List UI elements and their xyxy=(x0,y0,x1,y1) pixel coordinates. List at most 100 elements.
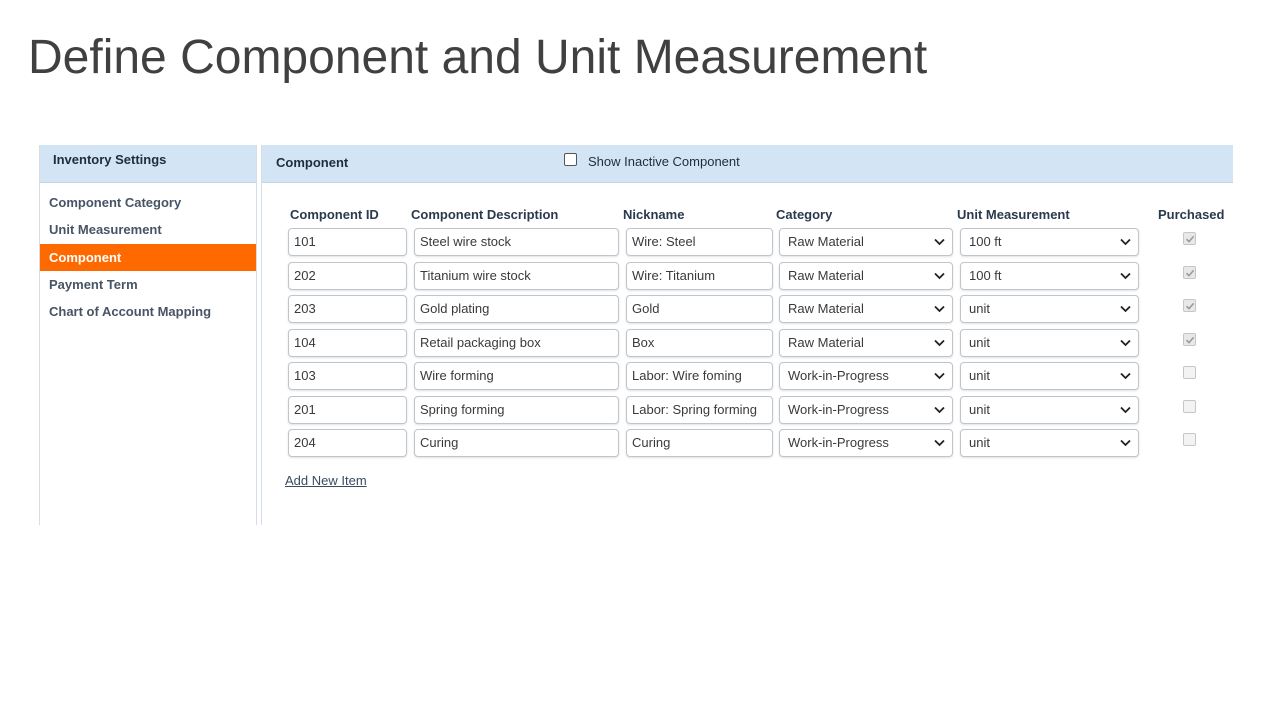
component-description-input[interactable]: Titanium wire stock xyxy=(414,261,619,290)
purchased-checkbox[interactable] xyxy=(1183,433,1196,446)
component-description-input[interactable]: Spring forming xyxy=(414,395,619,424)
purchased-checkbox[interactable] xyxy=(1183,366,1196,379)
sidebar-item-component[interactable]: Component xyxy=(40,243,256,271)
chevron-down-icon xyxy=(1120,439,1131,447)
sidebar-title: Inventory Settings xyxy=(40,145,256,183)
category-select[interactable]: Raw Material xyxy=(779,261,953,290)
show-inactive-checkbox[interactable] xyxy=(564,153,577,166)
nickname-input[interactable]: Labor: Spring forming xyxy=(626,395,773,424)
panel-title: Component xyxy=(276,155,349,170)
component-id-input[interactable]: 101 xyxy=(288,228,407,256)
unit-measurement-select[interactable]: unit xyxy=(960,395,1139,424)
component-id-input[interactable]: 201 xyxy=(288,395,407,424)
chevron-down-icon xyxy=(1120,272,1131,279)
checkmark-icon xyxy=(1185,336,1195,344)
purchased-checkbox[interactable] xyxy=(1183,232,1196,245)
sidebar-item-unit-measurement[interactable]: Unit Measurement xyxy=(40,216,256,243)
category-select-value: Work-in-Progress xyxy=(788,368,889,383)
chevron-down-icon xyxy=(934,372,945,380)
category-select-value: Raw Material xyxy=(788,234,864,249)
unit-measurement-select-value: 100 ft xyxy=(969,234,1002,249)
component-description-input[interactable]: Steel wire stock xyxy=(414,228,619,256)
component-id-input[interactable]: 104 xyxy=(288,328,407,357)
unit-measurement-select-value: unit xyxy=(969,301,990,316)
sidebar-item-component-category[interactable]: Component Category xyxy=(40,189,256,216)
chevron-down-icon xyxy=(934,305,945,313)
table-row: 104 Retail packaging box Box Raw Materia… xyxy=(262,328,1233,358)
category-select[interactable]: Work-in-Progress xyxy=(779,362,953,390)
chevron-down-icon xyxy=(1120,406,1131,413)
nickname-input[interactable]: Gold xyxy=(626,295,773,323)
show-inactive-toggle[interactable]: Show Inactive Component xyxy=(564,153,740,169)
table-row: 201 Spring forming Labor: Spring forming… xyxy=(262,395,1233,425)
unit-measurement-select-value: 100 ft xyxy=(969,267,1002,283)
purchased-checkbox[interactable] xyxy=(1183,299,1196,312)
category-select[interactable]: Raw Material xyxy=(779,328,953,357)
component-description-input[interactable]: Retail packaging box xyxy=(414,328,619,357)
chevron-down-icon xyxy=(1120,305,1131,313)
component-description-input[interactable]: Gold plating xyxy=(414,295,619,323)
column-header-component-description: Component Description xyxy=(411,207,559,222)
table-row: 202 Titanium wire stock Wire: Titanium R… xyxy=(262,261,1233,291)
page-title: Define Component and Unit Measurement xyxy=(28,31,928,84)
category-select-value: Work-in-Progress xyxy=(788,435,889,450)
nickname-input[interactable]: Wire: Steel xyxy=(626,228,773,256)
checkmark-icon xyxy=(1185,235,1195,243)
nickname-input[interactable]: Curing xyxy=(626,429,773,457)
nickname-input[interactable]: Box xyxy=(626,328,773,357)
category-select-value: Raw Material xyxy=(788,334,864,350)
unit-measurement-select[interactable]: unit xyxy=(960,429,1139,457)
component-id-input[interactable]: 202 xyxy=(288,261,407,290)
category-select-value: Raw Material xyxy=(788,301,864,316)
category-select[interactable]: Work-in-Progress xyxy=(779,429,953,457)
purchased-checkbox[interactable] xyxy=(1183,265,1196,279)
unit-measurement-select[interactable]: 100 ft xyxy=(960,228,1139,256)
chevron-down-icon xyxy=(934,272,945,279)
table-row: 101 Steel wire stock Wire: Steel Raw Mat… xyxy=(262,228,1233,257)
chevron-down-icon xyxy=(1120,238,1131,246)
chevron-down-icon xyxy=(934,238,945,246)
chevron-down-icon xyxy=(934,439,945,447)
table-row: 103 Wire forming Labor: Wire foming Work… xyxy=(262,362,1233,391)
sidebar-nav: Component Category Unit Measurement Comp… xyxy=(40,189,256,325)
checkmark-icon xyxy=(1185,269,1195,277)
column-header-category: Category xyxy=(776,207,833,222)
component-id-input[interactable]: 204 xyxy=(288,429,407,457)
unit-measurement-select[interactable]: unit xyxy=(960,328,1139,357)
column-header-nickname: Nickname xyxy=(623,207,685,222)
category-select[interactable]: Raw Material xyxy=(779,228,953,256)
unit-measurement-select-value: unit xyxy=(969,435,990,450)
component-description-input[interactable]: Wire forming xyxy=(414,362,619,390)
checkmark-icon xyxy=(1185,302,1195,310)
component-description-input[interactable]: Curing xyxy=(414,429,619,457)
chevron-down-icon xyxy=(1120,372,1131,380)
category-select-value: Work-in-Progress xyxy=(788,401,889,417)
category-select-value: Raw Material xyxy=(788,267,864,283)
add-new-item-link[interactable]: Add New Item xyxy=(285,473,367,488)
unit-measurement-select[interactable]: 100 ft xyxy=(960,261,1139,290)
purchased-checkbox[interactable] xyxy=(1183,332,1196,346)
category-select[interactable]: Raw Material xyxy=(779,295,953,323)
unit-measurement-select[interactable]: unit xyxy=(960,362,1139,390)
inventory-settings-sidebar: Inventory Settings Component Category Un… xyxy=(39,145,257,525)
unit-measurement-select-value: unit xyxy=(969,401,990,417)
unit-measurement-select-value: unit xyxy=(969,334,990,350)
table-row: 203 Gold plating Gold Raw Material unit xyxy=(262,295,1233,324)
column-header-unit-measurement: Unit Measurement xyxy=(957,207,1070,222)
chevron-down-icon xyxy=(934,406,945,413)
category-select[interactable]: Work-in-Progress xyxy=(779,395,953,424)
purchased-checkbox[interactable] xyxy=(1183,399,1196,413)
column-header-component-id: Component ID xyxy=(290,207,379,222)
sidebar-item-payment-term[interactable]: Payment Term xyxy=(40,271,256,298)
show-inactive-label: Show Inactive Component xyxy=(588,154,740,169)
nickname-input[interactable]: Labor: Wire foming xyxy=(626,362,773,390)
component-id-input[interactable]: 203 xyxy=(288,295,407,323)
chevron-down-icon xyxy=(934,339,945,346)
component-panel: Component Show Inactive Component Compon… xyxy=(261,145,1233,525)
unit-measurement-select[interactable]: unit xyxy=(960,295,1139,323)
sidebar-item-chart-of-account-mapping[interactable]: Chart of Account Mapping xyxy=(40,298,256,325)
panel-header: Component Show Inactive Component xyxy=(262,145,1233,183)
column-header-purchased: Purchased xyxy=(1158,207,1225,222)
component-id-input[interactable]: 103 xyxy=(288,362,407,390)
nickname-input[interactable]: Wire: Titanium xyxy=(626,261,773,290)
